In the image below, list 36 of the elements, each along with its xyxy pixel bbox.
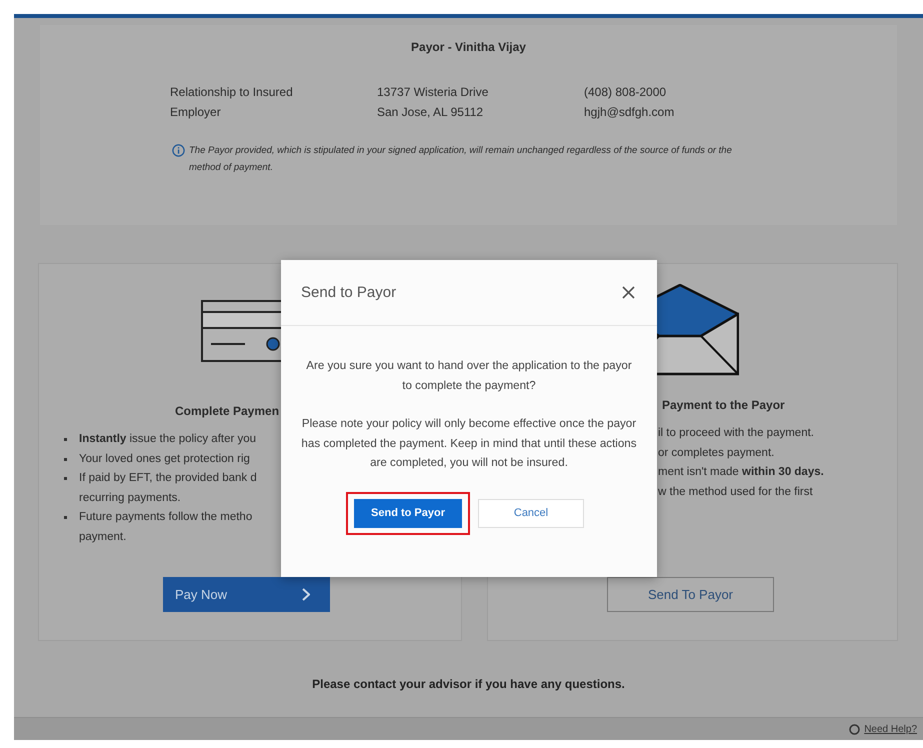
cancel-button[interactable]: Cancel [478, 498, 584, 528]
bullet-text: If paid by EFT, the provided bank d recurring payments. [79, 471, 257, 506]
payor-detail: (408) 808-2000 [584, 84, 666, 101]
close-icon [622, 286, 635, 299]
bullet-text: w the method used for the first [658, 484, 813, 500]
card-title: Complete Paymen [175, 404, 280, 418]
send-to-payor-button[interactable]: Send To Payor [607, 577, 774, 612]
bullet-text: ment isn't made within 30 days. [658, 465, 824, 480]
send-to-payor-button[interactable]: Send to Payor [354, 498, 462, 528]
close-button[interactable] [620, 284, 637, 301]
payor-detail: hgjh@sdfgh.com [584, 104, 674, 121]
dialog-message: Please note your policy will only become effective once the payor has completed the payment. Keep in mind that until these actions are completed, you will not be insured. [301, 416, 637, 471]
bullet-text: Instantly issue the policy after you [79, 432, 256, 447]
footer-message: Please contact your advisor if you have any questions. [311, 677, 626, 691]
info-icon [172, 144, 185, 157]
payor-detail: 13737 Wisteria Drive [377, 84, 488, 101]
bullet-text: Your loved ones get protection rig [79, 452, 250, 466]
chevron-right-icon [302, 588, 310, 601]
payor-detail: Relationship to Insured [170, 84, 293, 101]
pay-now-button[interactable]: Pay Now [163, 577, 330, 612]
bullet-icon [64, 477, 67, 480]
payor-detail: San Jose, AL 95112 [377, 104, 484, 121]
bullet-text: il to proceed with the payment. [658, 426, 814, 441]
bullet-icon [64, 516, 67, 519]
card-title: Payment to the Payor [662, 398, 785, 412]
bullet-icon [64, 458, 67, 460]
dialog-message: Are you sure you want to hand over the application to the payor to complete the payment? [305, 358, 633, 394]
need-help-link[interactable]: Need Help? [864, 724, 917, 734]
bullet-icon [64, 438, 67, 441]
info-note: The Payor provided, which is stipulated in your signed application, will remain unchanged regardless of the source of funds or the method of payment. [189, 144, 733, 175]
help-icon [849, 724, 860, 734]
bullet-text: or completes payment. [658, 446, 774, 460]
bullet-text: Future payments follow the metho payment. [79, 510, 252, 544]
payor-title: Payor - Vinitha Vijay [410, 40, 527, 54]
dialog-title: Send to Payor [301, 284, 396, 301]
payor-detail: Employer [170, 104, 221, 121]
